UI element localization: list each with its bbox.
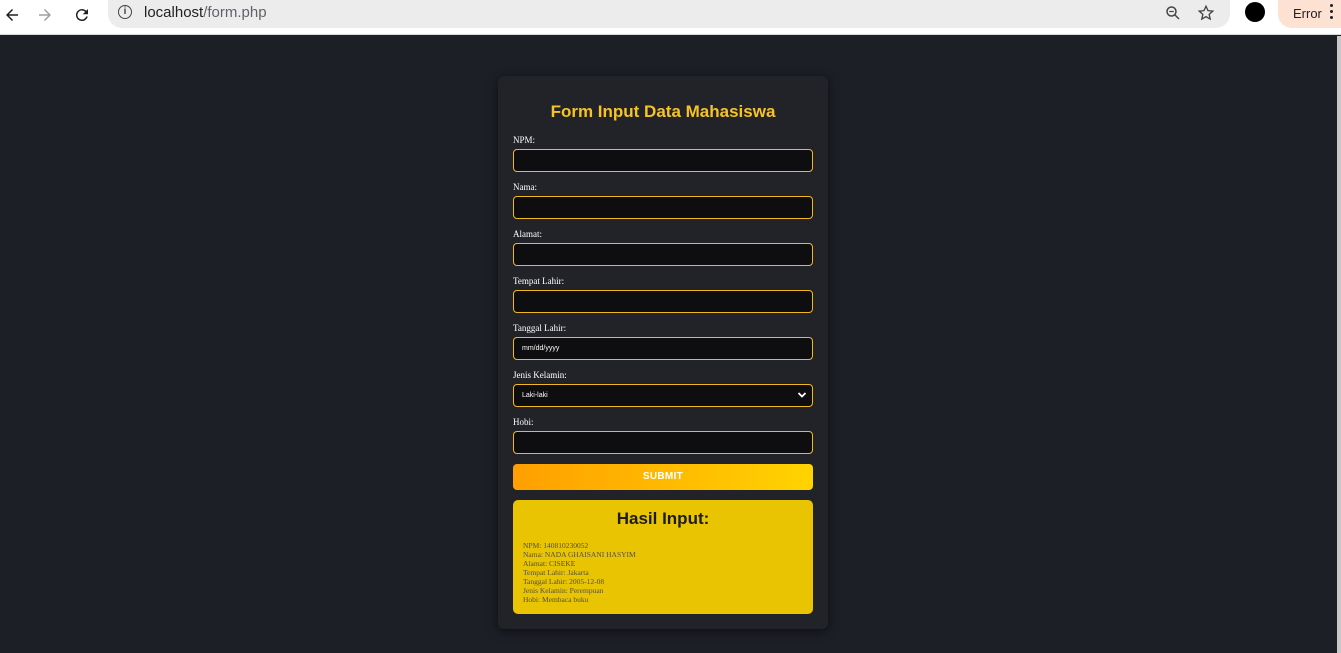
error-label: Error [1293,6,1322,21]
tempat-lahir-label: Tempat Lahir: [513,276,565,286]
site-info-icon[interactable]: i [118,5,132,19]
menu-dots-icon [1330,4,1334,22]
back-arrow-icon [6,9,18,21]
forward-arrow-icon [39,9,51,21]
alamat-label: Alamat: [513,229,542,239]
zoom-button[interactable] [1163,3,1183,23]
url-text: localhost/form.php [144,4,267,21]
result-line-jenis-kelamin: Jenis Kelamin: Perempuan [523,586,604,595]
result-line-nama: Nama: NADA GHAISANI HASYIM [523,550,636,559]
result-panel: Hasil Input: NPM: 140810230052 Nama: NAD… [513,500,813,614]
url-path: /form.php [203,4,267,21]
star-icon [1197,4,1215,21]
chevron-down-icon [797,392,807,398]
address-bar[interactable]: i localhost/form.php [108,0,1230,28]
error-button[interactable]: Error [1278,0,1341,28]
browser-toolbar: i localhost/form.php Error [0,0,1341,35]
zoom-icon [1166,6,1180,20]
reload-icon [75,9,88,22]
result-line-hobi: Hobi: Membaca buku [523,595,589,604]
hobi-input[interactable] [513,431,813,454]
form-card: Form Input Data Mahasiswa NPM: Nama: Ala… [498,76,828,629]
result-line-tanggal-lahir: Tanggal Lahir: 2005-12-08 [523,577,605,586]
alamat-input[interactable] [513,243,813,266]
bookmark-button[interactable] [1196,3,1216,23]
nama-input[interactable] [513,196,813,219]
page-scrollbar[interactable] [1337,36,1341,653]
result-line-alamat: Alamat: CISEKE [523,559,576,568]
result-line-npm: NPM: 140810230052 [523,541,589,550]
result-line-tempat-lahir: Tempat Lahir: Jakarta [523,568,589,577]
npm-label: NPM: [513,135,536,145]
tanggal-lahir-label: Tanggal Lahir: [513,323,567,333]
tanggal-lahir-date-input[interactable]: mm/dd/yyyy [513,337,813,360]
profile-avatar[interactable] [1245,2,1265,22]
result-title: Hasil Input: [616,509,710,528]
tempat-lahir-input[interactable] [513,290,813,313]
npm-input[interactable] [513,149,813,172]
form-title: Form Input Data Mahasiswa [550,102,776,121]
jenis-kelamin-label: Jenis Kelamin: [513,370,567,380]
back-button[interactable] [0,3,24,27]
jenis-kelamin-selected-value: Laki-laki [522,392,548,399]
result-lines: NPM: 140810230052 Nama: NADA GHAISANI HA… [523,541,636,604]
nama-label: Nama: [513,182,537,192]
jenis-kelamin-select[interactable]: Laki-laki [513,384,813,407]
submit-button[interactable]: SUBMIT [513,464,813,490]
url-host: localhost [144,4,204,21]
hobi-label: Hobi: [513,417,534,427]
reload-button[interactable] [70,3,94,27]
forward-button[interactable] [33,3,57,27]
